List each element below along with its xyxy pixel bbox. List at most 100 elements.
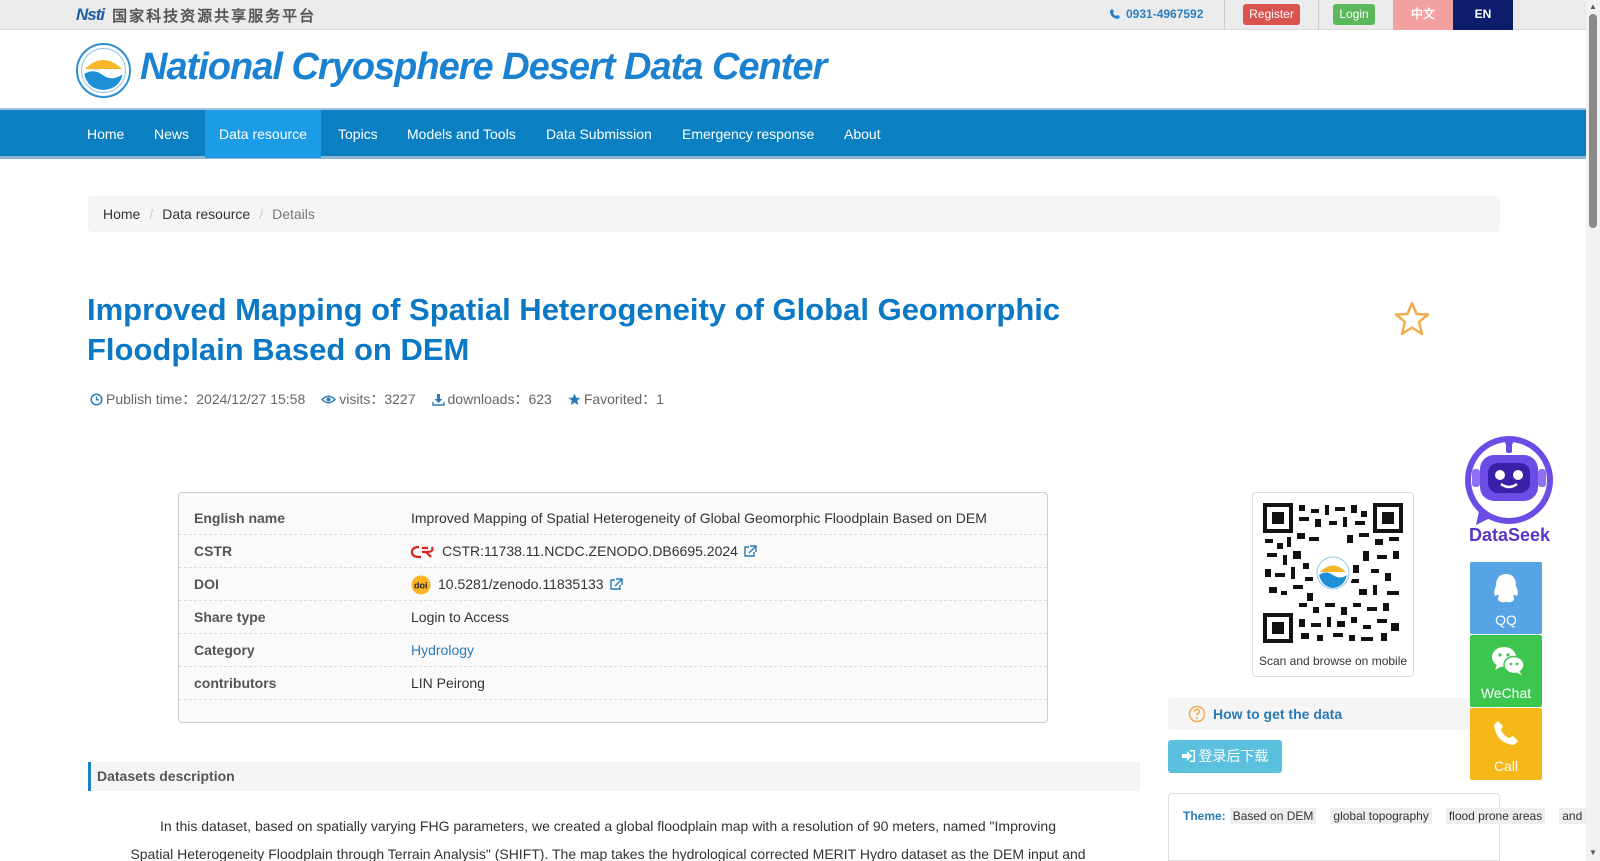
publish-time-text: Publish time：2024/12/27 15:58: [106, 391, 306, 407]
description-line: In this dataset, based on spatially vary…: [160, 818, 1056, 834]
nav-news[interactable]: News: [140, 110, 203, 158]
nav-emergency-response[interactable]: Emergency response: [668, 110, 828, 158]
language-chinese-button[interactable]: 中文: [1393, 0, 1453, 30]
favorite-star-icon[interactable]: [1393, 300, 1431, 338]
info-row-cstr: CSTR CSTR:11738.11.NCDC.ZENODO.DB6695.20…: [179, 535, 1047, 568]
description-heading: Datasets description: [88, 762, 1140, 791]
breadcrumb-data-resource[interactable]: Data resource: [162, 206, 250, 222]
download-icon: [431, 393, 445, 406]
breadcrumb-home[interactable]: Home: [103, 206, 140, 222]
how-to-get-data-text: How to get the data: [1213, 706, 1343, 722]
info-value: Hydrology: [411, 634, 474, 667]
nsti-logo[interactable]: Nsti 国家科技资源共享服务平台: [76, 4, 316, 26]
star-icon: [568, 393, 581, 405]
breadcrumb: Home / Data resource / Details: [88, 196, 1500, 232]
cstr-logo-icon: [411, 545, 434, 558]
info-label: DOI: [194, 576, 219, 592]
question-circle-icon: [1188, 705, 1206, 723]
info-row-contributors: contributors LIN Peirong: [179, 667, 1047, 700]
how-to-get-data-link[interactable]: How to get the data: [1168, 698, 1500, 730]
visits-text: visits：3227: [339, 391, 416, 407]
login-to-download-text: 登录后下载: [1198, 748, 1269, 764]
divider: [1318, 0, 1319, 30]
eye-icon: [321, 395, 337, 403]
cstr-value[interactable]: CSTR:11738.11.NCDC.ZENODO.DB6695.2024: [442, 535, 738, 568]
info-label: Share type: [194, 609, 266, 625]
top-bar: Nsti 国家科技资源共享服务平台 0931-4967592 Register …: [0, 0, 1586, 30]
downloads: downloads：623: [431, 389, 552, 409]
info-label: English name: [194, 510, 286, 526]
wechat-icon: [1492, 647, 1525, 675]
language-english-button[interactable]: EN: [1453, 0, 1513, 30]
info-value: Improved Mapping of Spatial Heterogeneit…: [411, 502, 987, 535]
info-label: Category: [194, 642, 255, 658]
visits: visits：3227: [321, 389, 416, 409]
external-link-icon[interactable]: [743, 545, 757, 558]
qq-icon: [1494, 574, 1518, 603]
info-value: CSTR:11738.11.NCDC.ZENODO.DB6695.2024: [411, 535, 757, 568]
page-scrollbar[interactable]: ▲ ▼: [1586, 0, 1600, 861]
qr-caption: Scan and browse on mobile: [1258, 654, 1408, 668]
external-link-icon[interactable]: [609, 578, 623, 591]
breadcrumb-current: Details: [272, 206, 315, 222]
sign-in-icon: [1181, 750, 1195, 762]
qr-code-panel: Scan and browse on mobile: [1252, 492, 1414, 677]
contributors-value: LIN Peirong: [411, 675, 485, 691]
site-header: National Cryosphere Desert Data Center: [0, 30, 1586, 108]
dataset-meta: Publish time：2024/12/27 15:58 visits：322…: [90, 389, 664, 409]
info-value: doi 10.5281/zenodo.11835133: [411, 568, 623, 601]
english-name-value: Improved Mapping of Spatial Heterogeneit…: [411, 510, 987, 526]
qq-contact-button[interactable]: QQ: [1470, 562, 1542, 634]
nav-models-and-tools[interactable]: Models and Tools: [393, 110, 530, 158]
theme-tag[interactable]: Based on DEM: [1229, 808, 1317, 824]
nsti-logo-mark: Nsti: [76, 5, 105, 24]
info-value: LIN Peirong: [411, 667, 485, 700]
nav-data-submission[interactable]: Data Submission: [532, 110, 666, 158]
info-label: CSTR: [194, 543, 233, 559]
qr-code-image: [1263, 503, 1403, 643]
nsti-platform-name: 国家科技资源共享服务平台: [112, 7, 317, 25]
call-contact-button[interactable]: Call: [1470, 708, 1542, 780]
login-button[interactable]: Login: [1333, 4, 1375, 25]
info-row-category: Category Hydrology: [179, 634, 1047, 667]
login-to-download-button[interactable]: 登录后下载: [1168, 740, 1282, 773]
theme-tag[interactable]: flood prone areas: [1445, 808, 1546, 824]
divider: [1224, 0, 1225, 30]
info-row-doi: DOI doi 10.5281/zenodo.11835133: [179, 568, 1047, 601]
scroll-up-arrow-icon[interactable]: ▲: [1589, 2, 1597, 11]
info-row-english-name: English name Improved Mapping of Spatial…: [179, 502, 1047, 535]
nav-about[interactable]: About: [830, 110, 895, 158]
site-title[interactable]: National Cryosphere Desert Data Center: [140, 46, 827, 89]
register-button[interactable]: Register: [1243, 4, 1300, 25]
share-type-value: Login to Access: [411, 609, 510, 625]
dataseek-label[interactable]: DataSeek: [1462, 525, 1557, 546]
doi-value[interactable]: 10.5281/zenodo.11835133: [438, 568, 604, 601]
theme-label: Theme:: [1183, 809, 1226, 823]
phone-contact: 0931-4967592: [1110, 7, 1203, 21]
publish-time: Publish time：2024/12/27 15:58: [90, 389, 305, 409]
phone-number: 0931-4967592: [1126, 7, 1204, 21]
site-logo-icon[interactable]: [76, 43, 131, 98]
theme-tag[interactable]: global topography: [1330, 808, 1432, 824]
call-label: Call: [1493, 758, 1519, 774]
phone-icon: [1494, 721, 1518, 745]
info-value: Login to Access: [411, 601, 509, 634]
page-title: Improved Mapping of Spatial Heterogeneit…: [87, 292, 1061, 367]
info-label: contributors: [194, 675, 277, 691]
doi-logo-icon: doi: [411, 575, 431, 594]
breadcrumb-separator: /: [149, 206, 154, 222]
description-text: In this dataset, based on spatially vary…: [118, 812, 1098, 861]
phone-icon: [1110, 9, 1120, 19]
breadcrumb-separator: /: [259, 206, 264, 222]
nav-home[interactable]: Home: [73, 110, 138, 158]
clock-icon: [90, 392, 103, 406]
favorited: Favorited：1: [568, 389, 664, 409]
category-link[interactable]: Hydrology: [411, 634, 474, 667]
scrollbar-thumb[interactable]: [1589, 14, 1597, 228]
wechat-contact-button[interactable]: WeChat: [1470, 635, 1542, 707]
nav-topics[interactable]: Topics: [324, 110, 392, 158]
wechat-label: WeChat: [1480, 685, 1532, 701]
main-nav: Home News Data resource Topics Models an…: [0, 108, 1586, 159]
scroll-down-arrow-icon[interactable]: ▼: [1589, 848, 1597, 857]
nav-data-resource[interactable]: Data resource: [205, 110, 321, 158]
